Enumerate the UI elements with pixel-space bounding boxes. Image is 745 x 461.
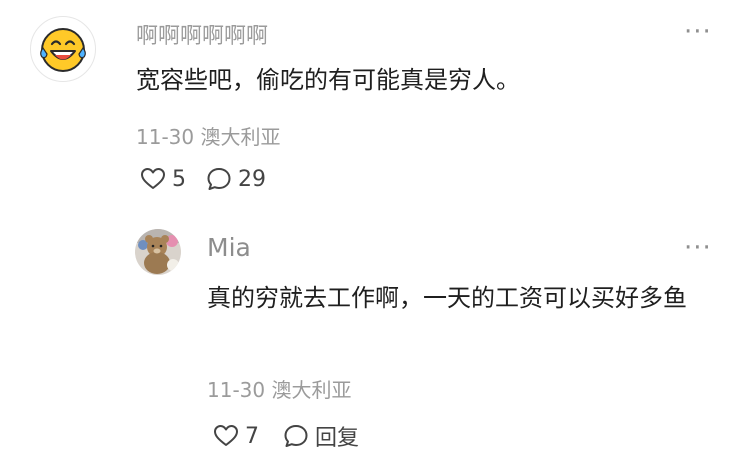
comment-date: 11-30: [136, 125, 195, 149]
comment-content: 宽容些吧，偷吃的有可能真是穷人。: [136, 66, 520, 94]
reply-avatar[interactable]: [135, 229, 181, 275]
comment-bubble-icon: [284, 425, 308, 447]
reply-meta: 11-30 澳大利亚: [207, 374, 351, 403]
reply-content: 真的穷就去工作啊，一天的工资可以买好多鱼: [207, 284, 687, 312]
comment-reply-button[interactable]: 29: [206, 166, 266, 192]
reply-like-button[interactable]: 7: [213, 420, 259, 452]
reply-like-count: 7: [245, 423, 259, 449]
reply-actions: 7 回复: [213, 420, 359, 452]
reply-username[interactable]: Mia: [207, 233, 251, 262]
comment-like-count: 5: [172, 166, 186, 192]
comment-more-icon[interactable]: ···: [684, 17, 712, 47]
plush-toy-photo: [135, 229, 181, 275]
comment-reply-count: 29: [238, 166, 266, 192]
comment-actions: 5 29: [140, 166, 266, 192]
heart-icon: [214, 425, 238, 446]
comment-location: 澳大利亚: [200, 125, 281, 149]
comment-meta: 11-30 澳大利亚: [136, 121, 280, 150]
reply-more-icon[interactable]: ···: [684, 233, 712, 263]
laughing-tears-emoji-icon: [40, 28, 86, 72]
reply-to-reply-label: 回复: [315, 426, 360, 451]
reply-date: 11-30: [207, 378, 266, 402]
comment-bubble-icon: [207, 168, 231, 190]
comment-like-button[interactable]: 5: [140, 166, 186, 192]
commenter-avatar[interactable]: [30, 16, 96, 82]
heart-icon: [141, 168, 165, 189]
commenter-username[interactable]: 啊啊啊啊啊啊: [136, 18, 268, 50]
reply-to-reply-button[interactable]: 回复: [283, 420, 359, 452]
reply-location: 澳大利亚: [271, 378, 352, 402]
